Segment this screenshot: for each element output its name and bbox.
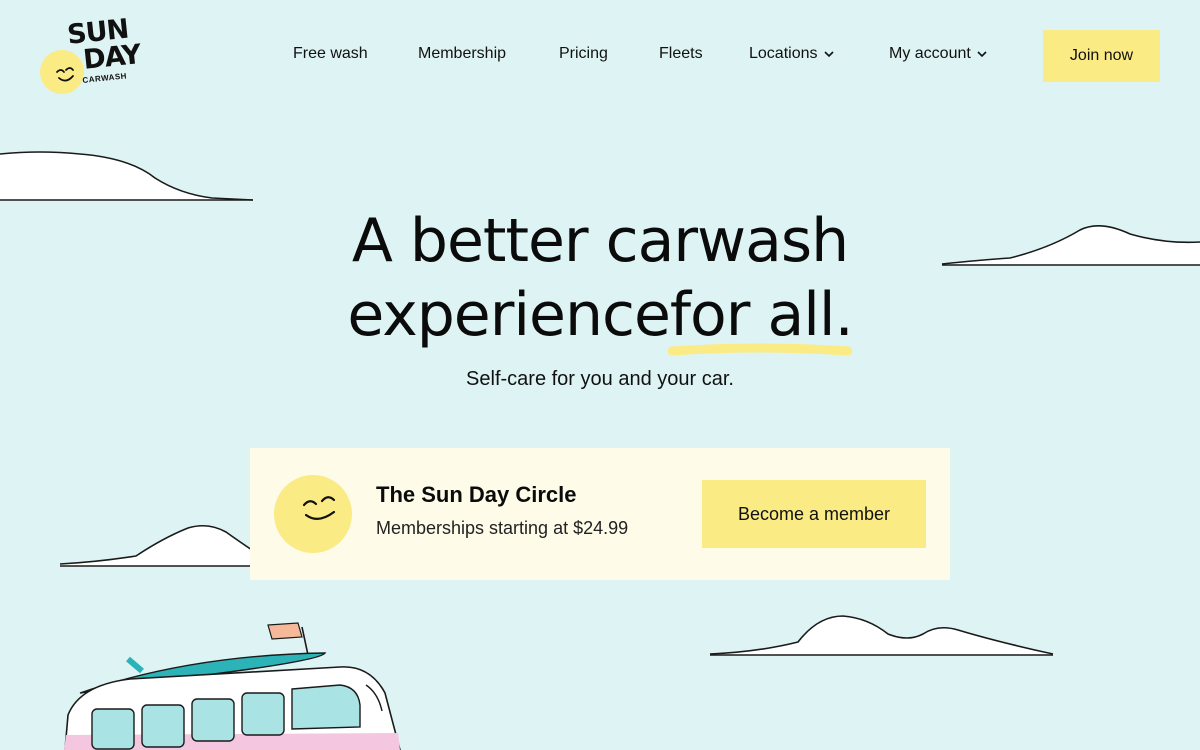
cloud-illustration	[0, 151, 254, 201]
nav-membership[interactable]: Membership	[418, 44, 506, 64]
cloud-illustration	[709, 615, 1054, 656]
nav-free-wash-label: Free wash	[293, 45, 368, 62]
chevron-down-icon	[823, 44, 834, 64]
hero-subtitle: Self-care for you and your car.	[466, 368, 734, 390]
nav-fleets[interactable]: Fleets	[659, 44, 703, 64]
join-now-button[interactable]: Join now	[1043, 30, 1160, 82]
membership-card: The Sun Day Circle Memberships starting …	[250, 448, 950, 580]
hero-title-line2b: for all.	[669, 280, 854, 350]
camper-van-illustration	[64, 622, 401, 750]
nav-free-wash[interactable]: Free wash	[293, 44, 368, 64]
nav-locations-label: Locations	[749, 45, 818, 63]
nav-fleets-label: Fleets	[659, 45, 703, 62]
membership-card-subtitle: Memberships starting at $24.99	[376, 518, 629, 538]
hero-title-line2a: experience	[347, 280, 671, 350]
hero-title-highlight: for all.	[667, 278, 854, 356]
nav-my-account-label: My account	[889, 45, 971, 63]
smiling-sun-icon	[40, 50, 84, 94]
nav-pricing-label: Pricing	[559, 45, 608, 62]
smiling-sun-icon	[274, 475, 352, 553]
nav-pricing[interactable]: Pricing	[559, 44, 608, 64]
nav-my-account[interactable]: My account	[889, 44, 987, 64]
nav-locations[interactable]: Locations	[749, 44, 834, 64]
hero-title-line1: A better carwash	[351, 206, 849, 276]
cloud-illustration	[59, 524, 253, 567]
chevron-down-icon	[977, 44, 987, 64]
become-member-button[interactable]: Become a member	[702, 480, 926, 548]
logo-text-day: DAY	[81, 39, 142, 76]
nav-membership-label: Membership	[418, 45, 507, 62]
membership-card-title: The Sun Day Circle	[376, 482, 577, 507]
hero-title: A better carwash experience for all.	[0, 204, 1200, 356]
logo[interactable]: SUN DAY CARWASH	[38, 14, 142, 100]
